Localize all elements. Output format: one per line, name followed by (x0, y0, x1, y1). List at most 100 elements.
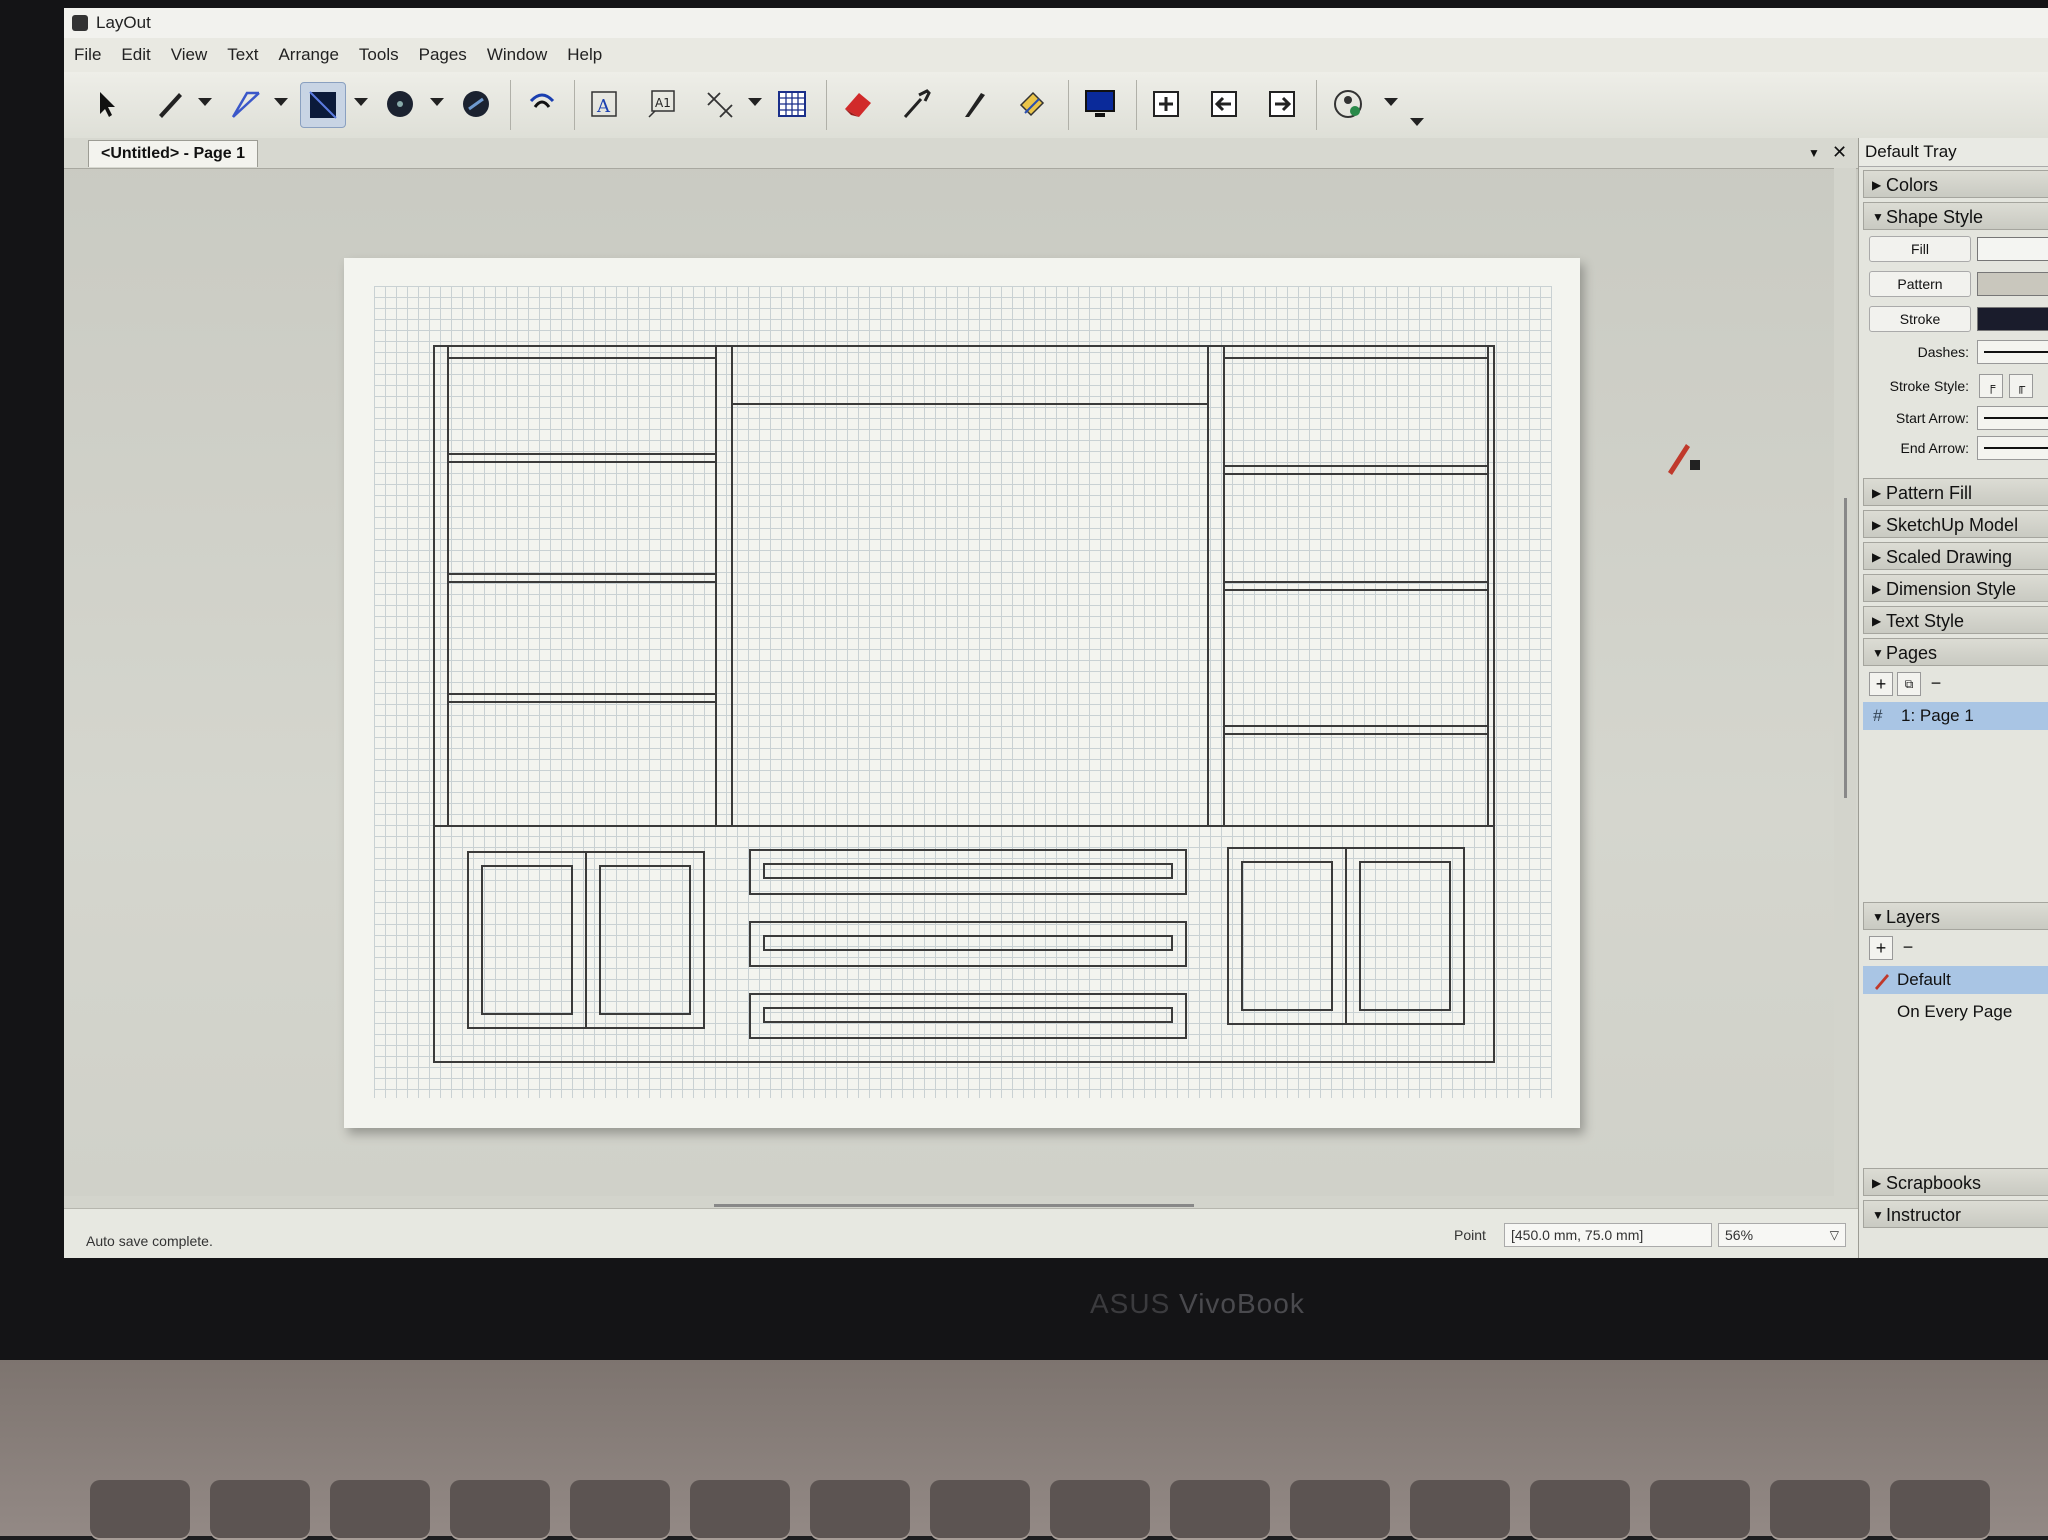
panel-colors[interactable]: ▶ Colors (1863, 170, 2048, 198)
document-page[interactable] (344, 258, 1580, 1128)
stroke-swatch[interactable] (1977, 307, 2048, 331)
menu-window[interactable]: Window (477, 38, 557, 72)
document-tab[interactable]: <Untitled> - Page 1 (88, 140, 259, 167)
main-toolbar: A A1 (64, 72, 2048, 139)
delete-layer-icon[interactable]: − (1897, 936, 1919, 958)
menu-file[interactable]: File (64, 38, 111, 72)
panel-scrapbooks[interactable]: ▶ Scrapbooks (1863, 1168, 2048, 1196)
line-dropdown-icon[interactable] (274, 98, 288, 106)
label-icon[interactable]: A1 (640, 82, 684, 126)
dashes-label: Dashes: (1917, 344, 1969, 360)
laptop-brand: ASUS VivoBook (1090, 1288, 1305, 1319)
zoom-value: 56% (1725, 1227, 1754, 1243)
pencil-icon (1875, 974, 1889, 990)
dashes-select[interactable] (1977, 340, 2048, 364)
panel-layers[interactable]: ▼ Layers (1863, 902, 2048, 930)
panel-sketchup-model[interactable]: ▶ SketchUp Model (1863, 510, 2048, 538)
document-area: <Untitled> - Page 1 ▼ ✕ Auto save comple… (64, 138, 1858, 1258)
fill-swatch[interactable] (1977, 237, 2048, 261)
right-door-panel-2 (1359, 861, 1451, 1011)
select-icon[interactable] (84, 82, 128, 126)
style-brush-icon[interactable] (952, 82, 996, 126)
display-icon[interactable] (1078, 82, 1122, 126)
page-hash-icon: # (1873, 706, 1883, 725)
svg-text:A1: A1 (655, 96, 671, 110)
panel-pages[interactable]: ▼ Pages (1863, 638, 2048, 666)
right-tower (1223, 345, 1489, 827)
tab-list-icon[interactable]: ▼ (1808, 146, 1820, 160)
menu-arrange[interactable]: Arrange (268, 38, 348, 72)
add-layer-icon[interactable]: + (1869, 936, 1893, 960)
add-page-icon[interactable] (1144, 82, 1188, 126)
vertical-scrollbar[interactable] (1834, 168, 1856, 1208)
chevron-down-icon: ▽ (1829, 1228, 1839, 1242)
delete-page-icon[interactable]: − (1925, 672, 1947, 694)
cabinet-base-frame (433, 825, 1495, 1063)
collapse-triangle-icon: ▼ (1872, 210, 1884, 224)
pattern-swatch[interactable] (1977, 272, 2048, 296)
panel-instructor[interactable]: ▼ Instructor (1863, 1200, 2048, 1228)
page-list-item[interactable]: # 1: Page 1 (1863, 702, 2048, 730)
menu-edit[interactable]: Edit (111, 38, 160, 72)
circle-dropdown-icon[interactable] (430, 98, 444, 106)
panel-dimension-style[interactable]: ▶ Dimension Style (1863, 574, 2048, 602)
menu-tools[interactable]: Tools (349, 38, 409, 72)
stroke-button[interactable]: Stroke (1869, 306, 1971, 332)
collaborate-dropdown-icon[interactable] (1384, 98, 1398, 106)
previous-page-icon[interactable] (1202, 82, 1246, 126)
split-icon[interactable] (1010, 82, 1054, 126)
offset-icon[interactable] (520, 82, 564, 126)
panel-pattern-fill[interactable]: ▶ Pattern Fill (1863, 478, 2048, 506)
menu-view[interactable]: View (161, 38, 218, 72)
table-icon[interactable] (770, 82, 814, 126)
window-title: LayOut (96, 13, 151, 32)
left-door-panel-2 (599, 865, 691, 1015)
toolbar-overflow-icon[interactable] (1410, 118, 1424, 126)
panel-scaled-drawing[interactable]: ▶ Scaled Drawing (1863, 542, 2048, 570)
point-field[interactable]: [450.0 mm, 75.0 mm] (1504, 1223, 1712, 1247)
collaborate-icon[interactable] (1326, 82, 1370, 126)
layout-app-icon (72, 15, 88, 31)
screen: LayOut File Edit View Text Arrange Tools… (64, 8, 2048, 1258)
text-icon[interactable]: A (582, 82, 626, 126)
pattern-button[interactable]: Pattern (1869, 271, 1971, 297)
polygon-icon[interactable] (454, 82, 498, 126)
eyedropper-icon[interactable] (894, 82, 938, 126)
rectangle-dropdown-icon[interactable] (354, 98, 368, 106)
panel-shape-style[interactable]: ▼ Shape Style (1863, 202, 2048, 230)
rectangle-icon[interactable] (300, 82, 346, 128)
zoom-select[interactable]: 56% ▽ (1718, 1223, 1846, 1247)
circle-icon[interactable] (378, 82, 422, 126)
status-bar: Auto save complete. Point [450.0 mm, 75.… (64, 1208, 1858, 1258)
laptop-keyboard (0, 1360, 2048, 1540)
line-icon[interactable] (224, 82, 268, 126)
add-page-icon[interactable]: + (1869, 672, 1893, 696)
menu-text[interactable]: Text (217, 38, 268, 72)
start-arrow-select[interactable] (1977, 406, 2048, 430)
status-message: Auto save complete. (86, 1233, 213, 1249)
menu-pages[interactable]: Pages (409, 38, 477, 72)
end-arrow-select[interactable] (1977, 436, 2048, 460)
menu-help[interactable]: Help (557, 38, 612, 72)
stroke-cap-icon[interactable]: ╒ (1979, 374, 2003, 398)
drawer-2 (749, 921, 1187, 967)
expand-triangle-icon: ▶ (1872, 178, 1882, 192)
duplicate-page-icon[interactable]: ⧉ (1897, 672, 1921, 696)
cabinet-drawing[interactable] (344, 258, 1580, 1128)
pencil-icon[interactable] (148, 82, 192, 126)
layer-default[interactable]: Default (1863, 966, 2048, 994)
left-door-panel-1 (481, 865, 573, 1015)
right-door-panel-1 (1241, 861, 1333, 1011)
dimension-icon[interactable] (698, 82, 742, 126)
fill-button[interactable]: Fill (1869, 236, 1971, 262)
dimension-dropdown-icon[interactable] (748, 98, 762, 106)
pencil-dropdown-icon[interactable] (198, 98, 212, 106)
title-bar: LayOut (64, 8, 2048, 39)
eraser-icon[interactable] (836, 82, 880, 126)
next-page-icon[interactable] (1260, 82, 1304, 126)
close-tab-icon[interactable]: ✕ (1832, 142, 1847, 163)
stroke-join-icon[interactable]: ╓ (2009, 374, 2033, 398)
layer-on-every-page[interactable]: On Every Page (1863, 998, 2048, 1026)
panel-text-style[interactable]: ▶ Text Style (1863, 606, 2048, 634)
point-label: Point (1454, 1227, 1486, 1243)
